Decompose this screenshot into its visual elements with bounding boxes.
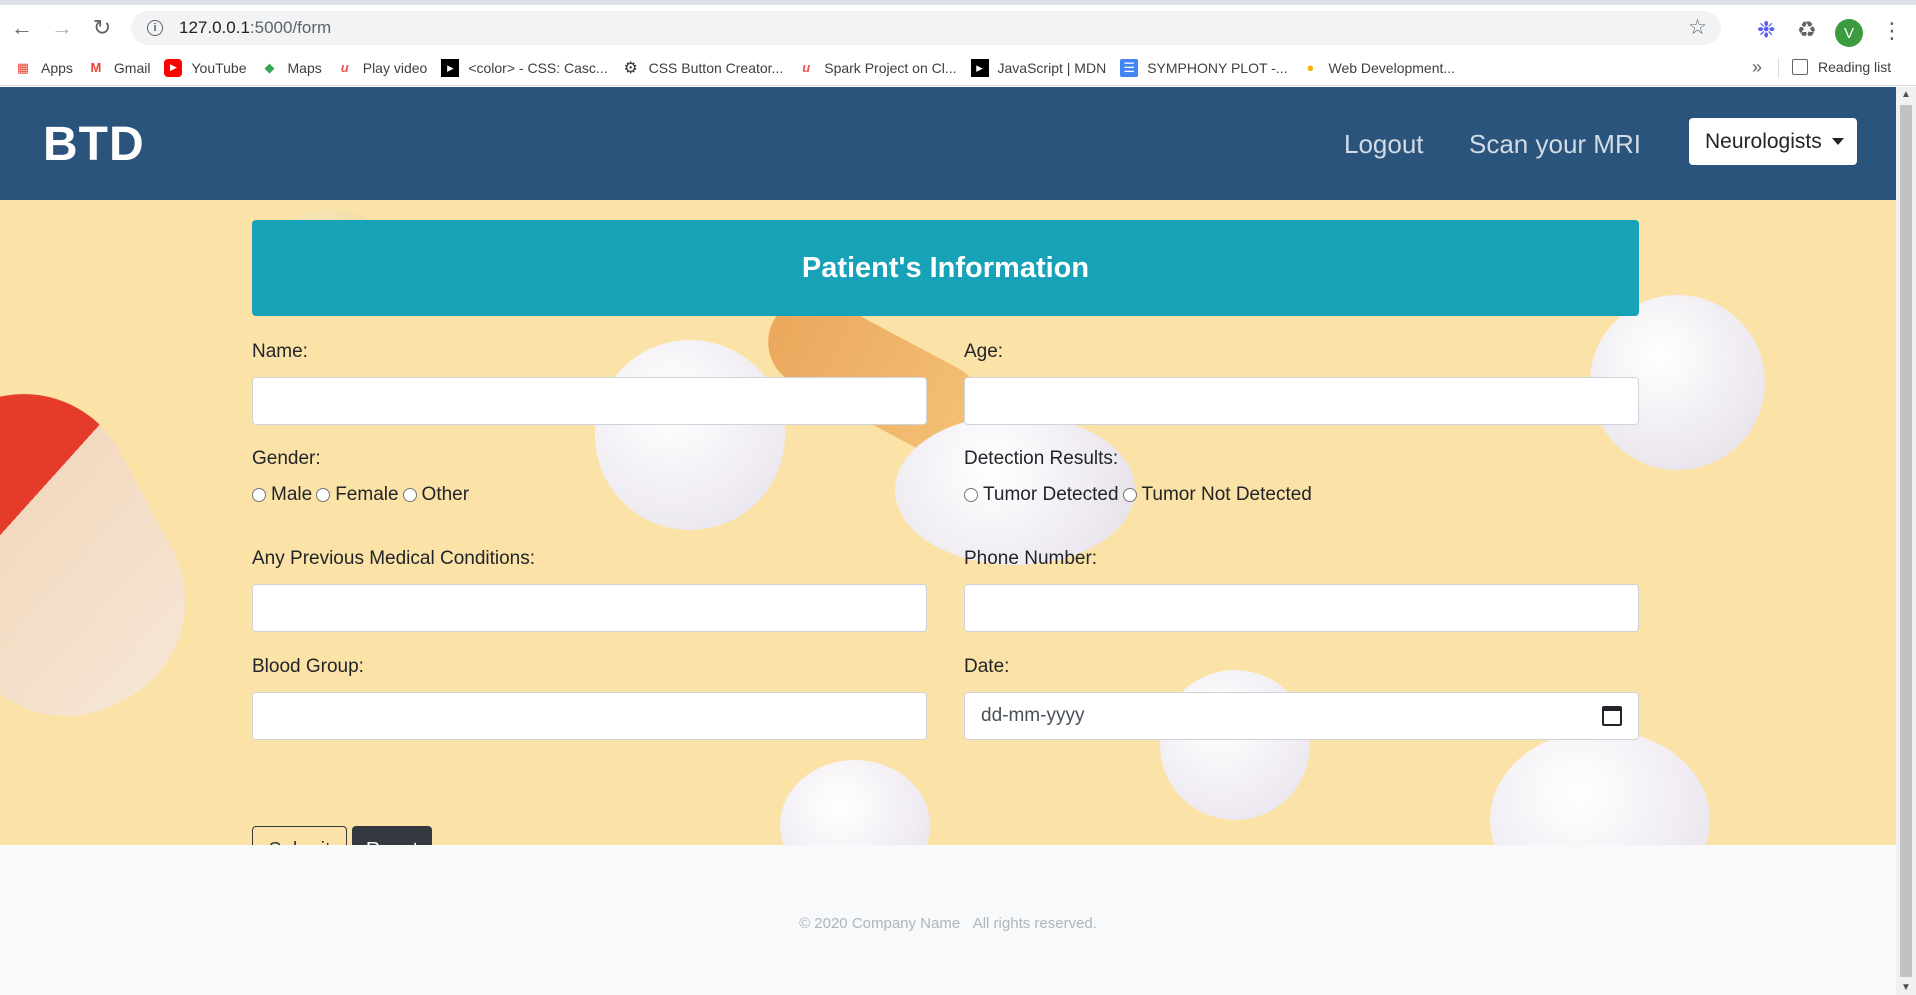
- forward-arrow-icon[interactable]: →: [44, 10, 80, 46]
- bookmark-youtube[interactable]: ▶ YouTube: [164, 58, 247, 77]
- tumor-not-detected-label[interactable]: Tumor Not Detected: [1142, 484, 1312, 506]
- conditions-field: Any Previous Medical Conditions:: [252, 548, 927, 632]
- phone-input[interactable]: [964, 584, 1639, 632]
- scan-mri-link[interactable]: Scan your MRI: [1469, 129, 1641, 160]
- bookmark-spark[interactable]: u Spark Project on Cl...: [797, 59, 956, 77]
- gmail-icon: M: [90, 60, 102, 75]
- gender-male-label[interactable]: Male: [271, 484, 312, 506]
- mdn-icon: ▸: [970, 58, 989, 77]
- scrollbar-thumb[interactable]: [1900, 105, 1912, 977]
- background-capsule: [0, 355, 225, 755]
- bookmark-apps[interactable]: ▦ Apps: [14, 59, 73, 77]
- apps-grid-icon: ▦: [16, 59, 30, 75]
- browser-menu-icon[interactable]: ⋮: [1881, 18, 1903, 44]
- neurologists-dropdown[interactable]: Neurologists: [1689, 118, 1857, 165]
- extensions-puzzle-icon[interactable]: ♻: [1797, 17, 1817, 43]
- gear-icon: ⚙: [623, 59, 638, 77]
- logout-link[interactable]: Logout: [1344, 129, 1424, 160]
- bookmarks-divider: [1778, 58, 1779, 78]
- web-dev-icon: ●: [1306, 60, 1315, 75]
- gender-male-radio[interactable]: [252, 488, 266, 502]
- blood-group-field: Blood Group:: [252, 656, 927, 740]
- gender-female-radio[interactable]: [316, 488, 331, 502]
- gender-other-label[interactable]: Other: [422, 484, 470, 506]
- conditions-input[interactable]: [252, 584, 927, 632]
- gender-female-label[interactable]: Female: [335, 484, 398, 506]
- phone-label: Phone Number:: [964, 548, 1098, 569]
- extension-spark-icon[interactable]: ❉: [1757, 17, 1775, 43]
- udemy-icon: u: [340, 60, 349, 75]
- udemy-icon: u: [802, 60, 811, 75]
- name-field: Name:: [252, 341, 927, 425]
- reading-list-button[interactable]: Reading list: [1792, 59, 1891, 75]
- site-footer: © 2020 Company Name All rights reserved.: [0, 845, 1896, 995]
- date-field: Date: dd-mm-yyyy: [964, 656, 1639, 740]
- site-info-icon[interactable]: i: [147, 20, 163, 36]
- form-title: Patient's Information: [252, 220, 1639, 316]
- youtube-icon: ▶: [164, 58, 183, 77]
- bookmarks-bar: ▦ Apps M Gmail ▶ YouTube ◆ Maps u Play video …: [0, 50, 1916, 86]
- patient-form: Patient's Information Name: Age: Gender:…: [252, 220, 1639, 740]
- bookmark-javascript-mdn[interactable]: ▸ JavaScript | MDN: [970, 58, 1106, 77]
- date-placeholder: dd-mm-yyyy: [981, 705, 1085, 726]
- gender-other-radio[interactable]: [402, 488, 417, 502]
- scroll-down-arrow-icon[interactable]: ▼: [1901, 982, 1911, 993]
- detection-radio-group: Tumor Detected Tumor Not Detected: [964, 484, 1639, 506]
- scroll-up-arrow-icon[interactable]: ▲: [1901, 89, 1911, 100]
- name-label: Name:: [252, 341, 308, 362]
- blood-group-input[interactable]: [252, 692, 927, 740]
- reload-icon[interactable]: ↻: [84, 10, 120, 46]
- caret-down-icon: [1831, 138, 1844, 145]
- mdn-icon: ▸: [441, 58, 460, 77]
- page-viewport: BTD Logout Scan your MRI Neurologists Pa…: [0, 87, 1896, 995]
- reading-list-icon: [1792, 59, 1808, 75]
- footer-copyright: © 2020 Company Name All rights reserved.: [799, 915, 1097, 932]
- bookmark-symphony[interactable]: ☰ SYMPHONY PLOT -...: [1120, 58, 1287, 77]
- tumor-not-detected-radio[interactable]: [1122, 488, 1137, 502]
- phone-field: Phone Number:: [964, 548, 1639, 632]
- tumor-detected-label[interactable]: Tumor Detected: [983, 484, 1119, 506]
- age-label: Age:: [964, 341, 1004, 362]
- bookmark-css-color[interactable]: ▸ <color> - CSS: Casc...: [441, 58, 608, 77]
- name-input[interactable]: [252, 377, 927, 425]
- docs-icon: ☰: [1120, 58, 1139, 77]
- tumor-detected-radio[interactable]: [964, 488, 978, 502]
- detection-label: Detection Results:: [964, 448, 1119, 469]
- gender-label: Gender:: [252, 448, 321, 469]
- site-navbar: BTD Logout Scan your MRI Neurologists: [0, 87, 1896, 200]
- date-label: Date:: [964, 656, 1010, 677]
- browser-toolbar: ← → ↻ i 127.0.0.1:5000/form ☆ ❉ ♻ V ⋮: [0, 5, 1916, 50]
- bookmark-web-development[interactable]: ● Web Development...: [1301, 59, 1456, 77]
- bookmark-play-video[interactable]: u Play video: [336, 59, 428, 77]
- background-white-pill: [780, 760, 930, 845]
- back-arrow-icon[interactable]: ←: [4, 10, 40, 46]
- bookmark-star-icon[interactable]: ☆: [1688, 15, 1707, 40]
- form-hero-background: Patient's Information Name: Age: Gender:…: [0, 200, 1896, 845]
- date-input[interactable]: dd-mm-yyyy: [964, 692, 1639, 740]
- address-bar[interactable]: i 127.0.0.1:5000/form ☆: [131, 11, 1721, 45]
- detection-field: Detection Results: Tumor Detected Tumor …: [964, 448, 1639, 506]
- gender-field: Gender: Male Female Other: [252, 448, 927, 506]
- gender-radio-group: Male Female Other: [252, 484, 927, 506]
- age-input[interactable]: [964, 377, 1639, 425]
- age-field: Age:: [964, 341, 1639, 425]
- calendar-icon[interactable]: [1602, 706, 1622, 726]
- bookmark-maps[interactable]: ◆ Maps: [261, 59, 322, 77]
- brand-logo[interactable]: BTD: [43, 117, 145, 172]
- bookmark-css-button[interactable]: ⚙ CSS Button Creator...: [622, 59, 783, 77]
- conditions-label: Any Previous Medical Conditions:: [252, 548, 536, 569]
- blood-group-label: Blood Group:: [252, 656, 364, 677]
- bookmarks-overflow-icon[interactable]: »: [1752, 57, 1762, 78]
- profile-avatar[interactable]: V: [1835, 19, 1863, 47]
- background-white-pill: [1490, 730, 1710, 845]
- page-scrollbar[interactable]: ▲ ▼: [1896, 87, 1916, 995]
- maps-icon: ◆: [264, 59, 275, 75]
- url-text: 127.0.0.1:5000/form: [179, 18, 332, 37]
- bookmark-gmail[interactable]: M Gmail: [87, 59, 151, 77]
